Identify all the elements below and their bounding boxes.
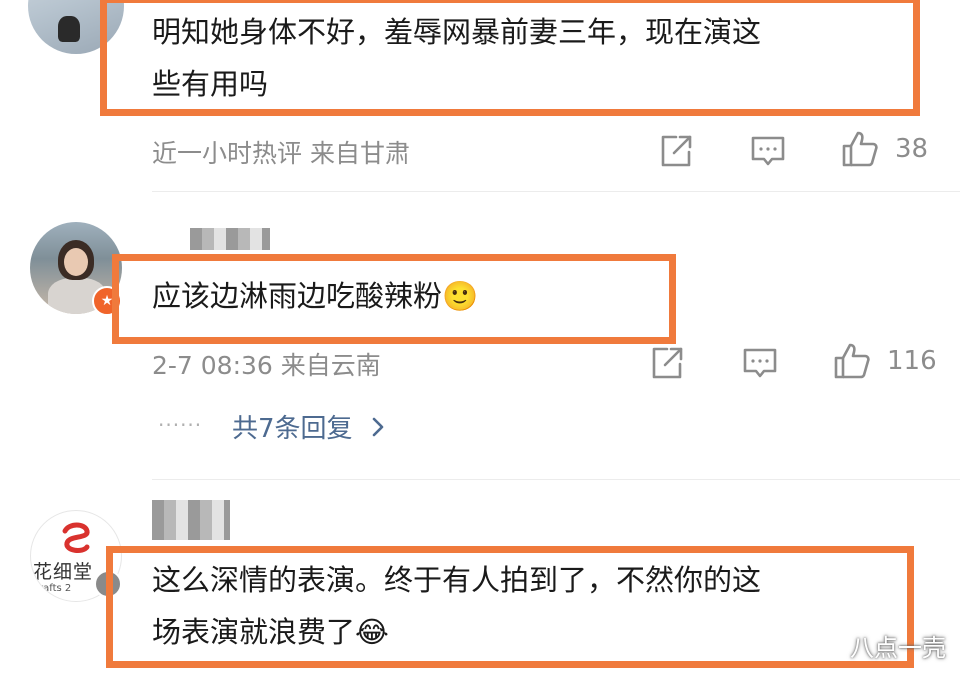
comment-meta: 近一小时热评 来自甘肃 (152, 139, 410, 168)
comment-line: 场表演就浪费了😂 (152, 615, 389, 649)
blurred-username[interactable] (190, 228, 270, 250)
comment-line: 应该边淋雨边吃酸辣粉🙂 (152, 279, 479, 313)
comment-line: 明知她身体不好，羞辱网暴前妻三年，现在演这 (152, 15, 762, 49)
comment-text: 应该边淋雨边吃酸辣粉🙂 (152, 270, 478, 322)
comment-line: 些有用吗 (152, 67, 269, 101)
divider (152, 191, 960, 192)
view-replies-link[interactable]: 共7条回复 (232, 408, 385, 445)
replies-label: 共7条回复 (232, 414, 353, 444)
replies-dots: ······ (158, 413, 203, 437)
avatar-face (64, 248, 88, 276)
chevron-right-icon (371, 415, 385, 445)
like-count: 116 (887, 346, 937, 376)
avatar-figure (58, 16, 80, 42)
thumbs-up-icon[interactable] (832, 341, 872, 381)
thumbs-up-icon[interactable] (840, 129, 880, 169)
share-icon[interactable] (647, 343, 687, 383)
avatar-logo-subtext: rafts 2 (39, 583, 72, 594)
comment-text: 明知她身体不好，羞辱网暴前妻三年，现在演这 些有用吗 (152, 6, 761, 110)
share-icon[interactable] (656, 131, 696, 171)
comment-icon[interactable] (740, 343, 780, 383)
watermark-text: 八点一壳 (850, 634, 946, 662)
blurred-username[interactable] (152, 500, 230, 540)
comment-icon[interactable] (748, 131, 788, 171)
divider (152, 479, 960, 480)
comment-line: 这么深情的表演。终于有人拍到了，不然你的这 (152, 563, 762, 597)
brand-logo-icon (62, 522, 90, 553)
comment-text: 这么深情的表演。终于有人拍到了，不然你的这 场表演就浪费了😂 (152, 554, 761, 658)
like-count: 38 (895, 134, 929, 164)
comment-meta: 2-7 08:36 来自云南 (152, 351, 381, 380)
